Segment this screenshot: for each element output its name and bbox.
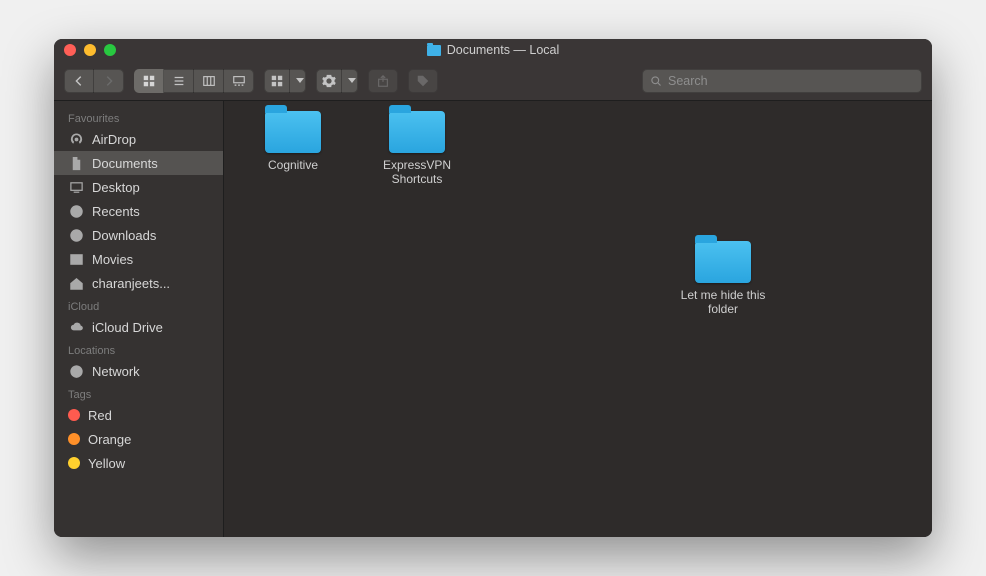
search-placeholder: Search [668, 74, 708, 88]
zoom-button[interactable] [104, 44, 116, 56]
close-button[interactable] [64, 44, 76, 56]
sidebar-item-label: charanjeets... [92, 276, 170, 291]
sidebar-item-label: iCloud Drive [92, 320, 163, 335]
folder-icon [695, 241, 751, 283]
sidebar-item-home[interactable]: charanjeets... [54, 271, 223, 295]
action-button[interactable] [316, 69, 358, 93]
content-area[interactable]: Cognitive ExpressVPN Shortcuts Let me hi… [224, 101, 932, 537]
gear-icon [316, 69, 342, 93]
sidebar-item-label: Yellow [88, 456, 125, 471]
airdrop-icon [68, 131, 84, 147]
nav-buttons [64, 69, 124, 93]
finder-window: Documents — Local [54, 39, 932, 537]
section-tags: Tags [54, 383, 223, 403]
search-icon [650, 75, 662, 87]
tags-button[interactable] [408, 69, 438, 93]
section-icloud: iCloud [54, 295, 223, 315]
tag-icon [408, 69, 438, 93]
titlebar: Documents — Local [54, 39, 932, 61]
recents-icon [68, 203, 84, 219]
sidebar-item-label: Orange [88, 432, 131, 447]
sidebar-item-desktop[interactable]: Desktop [54, 175, 223, 199]
list-view-button[interactable] [164, 69, 194, 93]
column-view-button[interactable] [194, 69, 224, 93]
search-input[interactable]: Search [642, 69, 922, 93]
cloud-icon [68, 319, 84, 335]
tag-dot-orange [68, 433, 80, 445]
sidebar-item-icloud-drive[interactable]: iCloud Drive [54, 315, 223, 339]
gallery-view-button[interactable] [224, 69, 254, 93]
folder-label: Let me hide this folder [668, 288, 778, 317]
sidebar-item-documents[interactable]: Documents [54, 151, 223, 175]
folder-label: ExpressVPN Shortcuts [362, 158, 472, 187]
sidebar-tag-orange[interactable]: Orange [54, 427, 223, 451]
chevron-down-icon [290, 69, 306, 93]
downloads-icon [68, 227, 84, 243]
sidebar: Favourites AirDrop Documents Desktop Rec… [54, 101, 224, 537]
sidebar-item-label: Recents [92, 204, 140, 219]
folder-icon [265, 111, 321, 153]
toolbar: Search [54, 61, 932, 101]
folder-label: Cognitive [268, 158, 318, 172]
folder-hidden[interactable]: Let me hide this folder [668, 241, 778, 317]
tag-dot-red [68, 409, 80, 421]
title-folder-icon [427, 45, 441, 56]
tag-dot-yellow [68, 457, 80, 469]
sidebar-tag-red[interactable]: Red [54, 403, 223, 427]
document-icon [68, 155, 84, 171]
back-button[interactable] [64, 69, 94, 93]
sidebar-item-network[interactable]: Network [54, 359, 223, 383]
forward-button[interactable] [94, 69, 124, 93]
sidebar-tag-yellow[interactable]: Yellow [54, 451, 223, 475]
section-favourites: Favourites [54, 107, 223, 127]
sidebar-item-recents[interactable]: Recents [54, 199, 223, 223]
sidebar-item-label: Downloads [92, 228, 156, 243]
icon-view-button[interactable] [134, 69, 164, 93]
sidebar-item-label: AirDrop [92, 132, 136, 147]
view-buttons [134, 69, 254, 93]
sidebar-item-airdrop[interactable]: AirDrop [54, 127, 223, 151]
traffic-lights [64, 44, 116, 56]
group-icon [264, 69, 290, 93]
sidebar-item-label: Movies [92, 252, 133, 267]
sidebar-item-label: Network [92, 364, 140, 379]
desktop-icon [68, 179, 84, 195]
share-icon [368, 69, 398, 93]
folder-cognitive[interactable]: Cognitive [238, 111, 348, 172]
sidebar-item-label: Red [88, 408, 112, 423]
movies-icon [68, 251, 84, 267]
window-body: Favourites AirDrop Documents Desktop Rec… [54, 101, 932, 537]
folder-icon [389, 111, 445, 153]
sidebar-item-label: Desktop [92, 180, 140, 195]
minimize-button[interactable] [84, 44, 96, 56]
home-icon [68, 275, 84, 291]
window-title: Documents — Local [427, 43, 560, 57]
folder-expressvpn[interactable]: ExpressVPN Shortcuts [362, 111, 472, 187]
share-button[interactable] [368, 69, 398, 93]
chevron-down-icon [342, 69, 358, 93]
sidebar-item-downloads[interactable]: Downloads [54, 223, 223, 247]
sidebar-item-label: Documents [92, 156, 158, 171]
title-text: Documents — Local [447, 43, 560, 57]
sidebar-item-movies[interactable]: Movies [54, 247, 223, 271]
network-icon [68, 363, 84, 379]
section-locations: Locations [54, 339, 223, 359]
group-by-button[interactable] [264, 69, 306, 93]
